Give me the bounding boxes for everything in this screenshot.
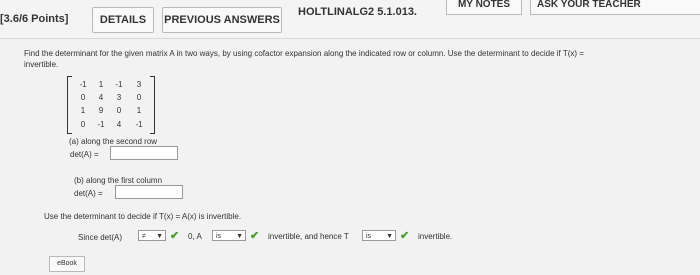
matrix-cell: -1 — [115, 80, 123, 89]
part-a-label: (a) along the second row — [69, 137, 158, 146]
problem-id: HOLTLINALG2 5.1.013. — [298, 6, 417, 18]
t-invertible-select[interactable]: is ▼ — [362, 230, 396, 241]
part-a-answer-input[interactable] — [110, 146, 178, 160]
matrix-cell: 0 — [80, 93, 86, 102]
matrix-cell: 0 — [80, 120, 86, 129]
det-comparison-value: ≠ — [142, 233, 146, 240]
details-button[interactable]: DETAILS — [92, 7, 154, 33]
matrix-cell: -1 — [135, 120, 143, 129]
prompt-line-2: invertible. — [24, 60, 59, 69]
a-invertible-select[interactable]: is ▼ — [212, 230, 246, 241]
points-label: [3.6/6 Points] — [0, 13, 69, 25]
correct-check-icon: ✔ — [170, 230, 180, 242]
previous-answers-button[interactable]: PREVIOUS ANSWERS — [162, 7, 282, 33]
decision-instruction: Use the determinant to decide if T(x) = … — [44, 212, 242, 221]
chevron-down-icon: ▼ — [386, 233, 393, 240]
chevron-down-icon: ▼ — [156, 233, 163, 240]
since-prefix: Since det(A) — [78, 233, 123, 242]
matrix-cell: 1 — [136, 106, 142, 115]
matrix-cell: 0 — [116, 106, 122, 115]
matrix-cell: -1 — [79, 80, 87, 89]
correct-check-icon: ✔ — [250, 230, 260, 242]
matrix-a: -1 1 -1 3 0 4 3 0 1 9 0 1 0 -1 4 -1 — [67, 76, 155, 134]
matrix-cell: 4 — [116, 120, 122, 129]
det-comparison-select[interactable]: ≠ ▼ — [138, 230, 166, 241]
matrix-cell: 4 — [98, 93, 104, 102]
a-invertible-value: is — [216, 233, 222, 240]
chevron-down-icon: ▼ — [236, 233, 243, 240]
ebook-button[interactable]: eBook — [49, 256, 85, 272]
question-prompt: Find the determinant for the given matri… — [24, 48, 700, 70]
my-notes-button[interactable]: MY NOTES — [446, 0, 522, 15]
invertible-text: invertible, and hence T — [268, 232, 349, 241]
mid-text: 0, A — [188, 232, 202, 241]
matrix-cell: 0 — [136, 93, 142, 102]
correct-check-icon: ✔ — [400, 230, 410, 242]
matrix-cell: 1 — [80, 106, 86, 115]
part-b-answer-input[interactable] — [115, 185, 183, 199]
matrix-cell: -1 — [97, 120, 105, 129]
part-b-label: (b) along the first column — [74, 176, 163, 185]
part-a-det-label: det(A) = — [70, 150, 99, 159]
prompt-line-1: Find the determinant for the given matri… — [24, 49, 584, 58]
matrix-cell: 9 — [98, 106, 104, 115]
tail-text: invertible. — [418, 232, 453, 241]
part-b-det-label: det(A) = — [74, 189, 103, 198]
t-invertible-value: is — [366, 233, 372, 240]
matrix-cell: 1 — [98, 80, 104, 89]
ask-teacher-button[interactable]: ASK YOUR TEACHER — [530, 0, 700, 15]
matrix-cell: 3 — [136, 80, 142, 89]
matrix-cell: 3 — [116, 93, 122, 102]
